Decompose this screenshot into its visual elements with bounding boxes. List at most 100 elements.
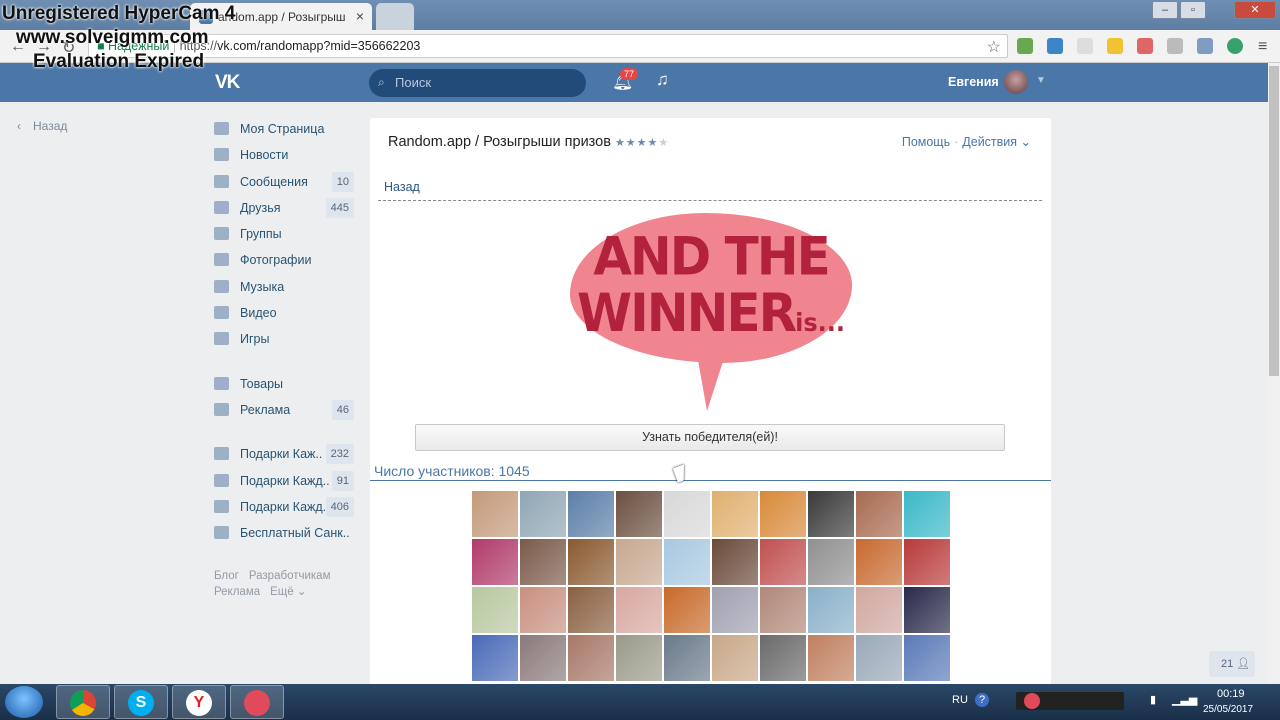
app-back-link[interactable]: Назад — [384, 180, 420, 194]
green-extension-icon[interactable] — [1227, 38, 1243, 54]
participant-photo[interactable] — [760, 491, 806, 537]
tab-close-icon[interactable]: × — [356, 8, 364, 24]
participant-photo[interactable] — [856, 491, 902, 537]
participant-photo[interactable] — [712, 539, 758, 585]
app-title-text[interactable]: Random.app / Розыгрыши призов — [388, 134, 611, 150]
participant-photo[interactable] — [616, 491, 662, 537]
user-name[interactable]: Евгения — [948, 75, 999, 89]
participant-photo[interactable] — [904, 587, 950, 633]
participant-photo[interactable] — [856, 539, 902, 585]
participant-photo[interactable] — [664, 587, 710, 633]
bookmark-star-icon[interactable]: ☆ — [987, 37, 1001, 57]
menu-icon[interactable]: ≡ — [1258, 38, 1267, 56]
clock-date[interactable]: 25/05/2017 — [1203, 704, 1253, 715]
actions-dropdown[interactable]: Действия ⌄ — [962, 135, 1031, 149]
participant-photo[interactable] — [664, 491, 710, 537]
participant-photo[interactable] — [760, 587, 806, 633]
sidebar-item-messages[interactable]: Сообщения 10 — [214, 171, 356, 197]
scrollbar-thumb[interactable] — [1269, 66, 1279, 376]
participant-photo[interactable] — [520, 587, 566, 633]
participant-photo[interactable] — [616, 635, 662, 681]
play-extension-icon[interactable] — [1107, 38, 1123, 54]
taskbar-recorder[interactable] — [230, 685, 284, 719]
participant-photo[interactable] — [808, 587, 854, 633]
participant-photo[interactable] — [760, 635, 806, 681]
sidebar-item-group-1[interactable]: Подарки Каж.. 232 — [214, 443, 356, 469]
sidebar-item-groups[interactable]: Группы — [214, 223, 356, 249]
taskbar-chrome[interactable] — [56, 685, 110, 719]
participant-photo[interactable] — [568, 491, 614, 537]
pause-record-icon[interactable] — [1024, 693, 1040, 709]
participant-photo[interactable] — [472, 491, 518, 537]
sidebar-item-goods[interactable]: Товары — [214, 373, 356, 399]
help-link[interactable]: Помощь — [902, 135, 950, 149]
participant-photo[interactable] — [904, 491, 950, 537]
footer-link-developers[interactable]: Разработчикам — [249, 570, 331, 582]
participant-photo[interactable] — [856, 587, 902, 633]
start-button[interactable] — [5, 686, 43, 718]
footer-link-ads[interactable]: Реклама — [214, 586, 260, 598]
download-extension-icon[interactable] — [1017, 38, 1033, 54]
participant-photo[interactable] — [568, 635, 614, 681]
participant-photo[interactable] — [808, 635, 854, 681]
participant-photo[interactable] — [520, 539, 566, 585]
vk-logo[interactable]: VK — [215, 72, 240, 94]
participant-photo[interactable] — [808, 491, 854, 537]
network-icon[interactable]: ▮ — [1150, 693, 1156, 706]
participant-photo[interactable] — [616, 539, 662, 585]
search-input[interactable]: ⌕ Поиск — [369, 69, 586, 97]
sidebar-item-news[interactable]: Новости — [214, 144, 356, 170]
participant-photo[interactable] — [664, 635, 710, 681]
participant-photo[interactable] — [568, 539, 614, 585]
restore-button[interactable]: ▫ — [1180, 1, 1206, 19]
participant-photo[interactable] — [856, 635, 902, 681]
participant-photo[interactable] — [808, 539, 854, 585]
window-close-button[interactable]: ✕ — [1234, 1, 1276, 19]
language-indicator[interactable]: RU — [952, 694, 968, 706]
search-extension-icon[interactable] — [1077, 38, 1093, 54]
taskbar-skype[interactable]: S — [114, 685, 168, 719]
gear-extension-icon[interactable] — [1167, 38, 1183, 54]
participant-photo[interactable] — [712, 491, 758, 537]
vk-extension-icon[interactable] — [1197, 38, 1213, 54]
find-winner-button[interactable]: Узнать победителя(ей)! — [415, 424, 1005, 451]
participant-photo[interactable] — [712, 587, 758, 633]
new-tab-button[interactable] — [376, 3, 414, 30]
signal-icon[interactable]: ▁▃▅ — [1172, 693, 1197, 706]
sidebar-item-photos[interactable]: Фотографии — [214, 249, 356, 275]
sidebar-item-ads[interactable]: Реклама 46 — [214, 399, 356, 425]
sidebar-item-music[interactable]: Музыка — [214, 276, 356, 302]
participant-photo[interactable] — [616, 587, 662, 633]
sidebar-item-group-2[interactable]: Подарки Кажд.. 91 — [214, 470, 356, 496]
clock-time[interactable]: 00:19 — [1217, 688, 1245, 700]
participant-photo[interactable] — [760, 539, 806, 585]
participant-photo[interactable] — [904, 635, 950, 681]
chat-bubble[interactable]: 21 👤︎ — [1209, 651, 1255, 677]
back-link[interactable]: ‹ Назад — [17, 119, 67, 133]
minimize-button[interactable]: – — [1152, 1, 1178, 19]
help-icon[interactable]: ? — [975, 693, 989, 707]
participant-photo[interactable] — [472, 539, 518, 585]
chevron-down-icon[interactable]: ▼ — [1036, 75, 1046, 86]
music-note-icon[interactable]: ♫ — [656, 70, 669, 90]
participant-photo[interactable] — [904, 539, 950, 585]
taskbar-yandex[interactable]: Y — [172, 685, 226, 719]
sidebar-item-friends[interactable]: Друзья 445 — [214, 197, 356, 223]
sidebar-item-group-3[interactable]: Подарки Кажд.. 406 — [214, 496, 356, 522]
cart-extension-icon[interactable] — [1047, 38, 1063, 54]
sidebar-item-games[interactable]: Игры — [214, 328, 356, 354]
participant-photo[interactable] — [568, 587, 614, 633]
sidebar-item-video[interactable]: Видео — [214, 302, 356, 328]
sidebar-item-my-page[interactable]: Моя Страница — [214, 118, 356, 144]
participant-photo[interactable] — [472, 587, 518, 633]
participant-photo[interactable] — [664, 539, 710, 585]
participant-photo[interactable] — [472, 635, 518, 681]
participant-photo[interactable] — [520, 635, 566, 681]
avatar[interactable] — [1004, 70, 1028, 94]
participant-photo[interactable] — [712, 635, 758, 681]
participant-photo[interactable] — [520, 491, 566, 537]
sidebar-item-group-4[interactable]: Бесплатный Санк.. — [214, 522, 356, 548]
flag-extension-icon[interactable] — [1137, 38, 1153, 54]
footer-link-more[interactable]: Ещё ⌄ — [270, 586, 306, 598]
footer-link-blog[interactable]: Блог — [214, 570, 239, 582]
